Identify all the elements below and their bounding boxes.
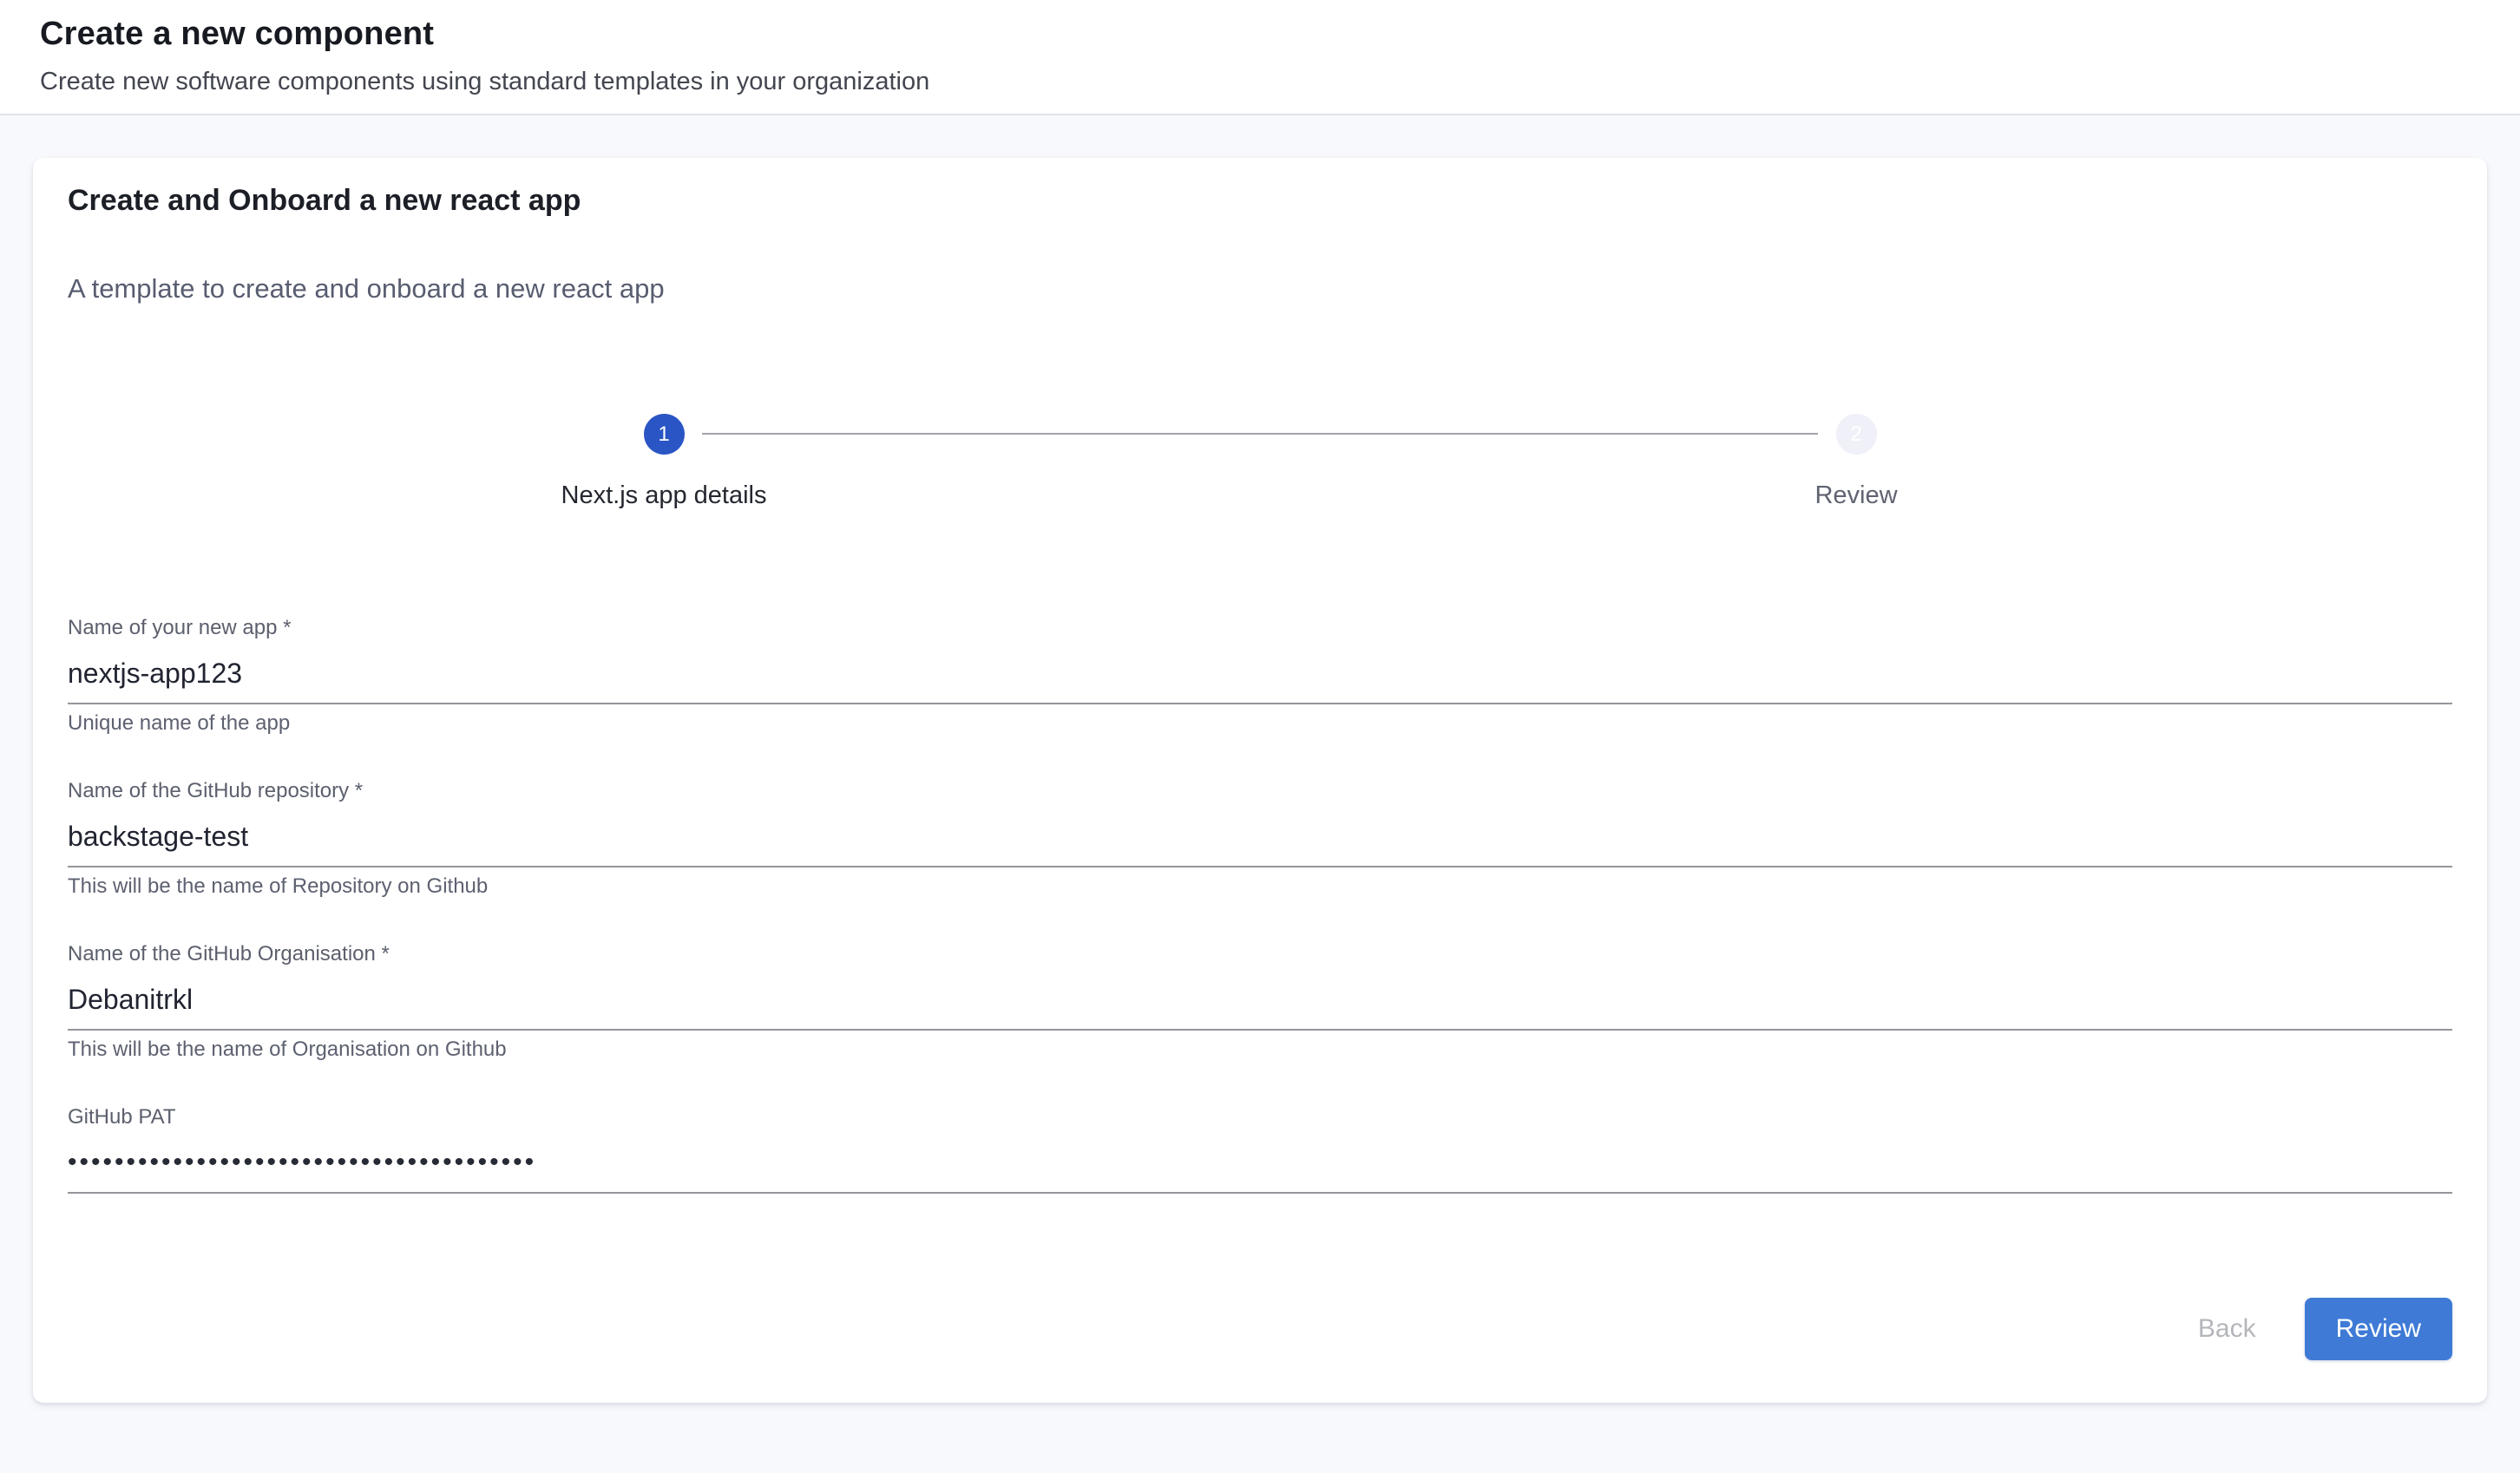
template-title: Create and Onboard a new react app	[68, 182, 2452, 219]
back-button[interactable]: Back	[2172, 1298, 2282, 1360]
app-details-form: Name of your new app * Unique name of th…	[68, 616, 2452, 1194]
github-repository-helper: This will be the name of Repository on G…	[68, 874, 2452, 899]
step-2-number: 2	[1850, 422, 1861, 447]
app-name-helper: Unique name of the app	[68, 711, 2452, 736]
form-actions: Back Review	[68, 1298, 2452, 1360]
field-github-repository: Name of the GitHub repository * This wil…	[68, 779, 2452, 899]
github-organisation-label: Name of the GitHub Organisation *	[68, 942, 2452, 966]
step-nextjs-app-details: 1 Next.js app details	[68, 414, 1260, 510]
field-github-pat: GitHub PAT	[68, 1105, 2452, 1194]
review-button[interactable]: Review	[2305, 1298, 2452, 1360]
stepper-connector	[702, 433, 1818, 435]
step-2-label: Review	[1815, 481, 1897, 510]
field-github-organisation: Name of the GitHub Organisation * This w…	[68, 942, 2452, 1062]
page-subtitle: Create new software components using sta…	[40, 68, 2480, 96]
github-repository-label: Name of the GitHub repository *	[68, 779, 2452, 803]
github-repository-input[interactable]	[68, 815, 2452, 867]
step-1-label: Next.js app details	[561, 481, 767, 510]
github-organisation-helper: This will be the name of Organisation on…	[68, 1038, 2452, 1062]
github-pat-label: GitHub PAT	[68, 1105, 2452, 1129]
template-subtitle: A template to create and onboard a new r…	[68, 272, 2452, 304]
step-1-indicator: 1	[644, 414, 685, 455]
step-review: 2 Review	[1260, 414, 2452, 510]
step-1-number: 1	[658, 422, 669, 447]
page-title: Create a new component	[40, 14, 2480, 54]
field-app-name: Name of your new app * Unique name of th…	[68, 616, 2452, 736]
github-pat-input[interactable]	[68, 1142, 2452, 1194]
page-header: Create a new component Create new softwa…	[0, 0, 2520, 115]
app-name-label: Name of your new app *	[68, 616, 2452, 640]
template-card: Create and Onboard a new react app A tem…	[33, 158, 2487, 1403]
stepper: 1 Next.js app details 2 Review	[68, 414, 2452, 510]
github-organisation-input[interactable]	[68, 979, 2452, 1031]
content-area: Create and Onboard a new react app A tem…	[0, 115, 2520, 1403]
app-name-input[interactable]	[68, 652, 2452, 704]
step-2-indicator: 2	[1836, 414, 1877, 455]
